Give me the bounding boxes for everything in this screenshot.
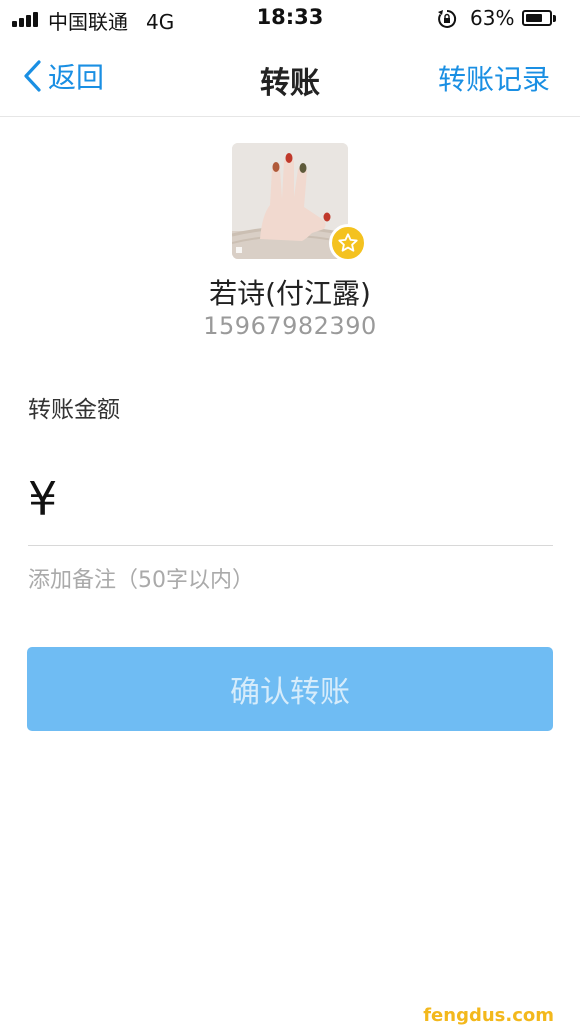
currency-symbol: ¥	[28, 472, 58, 526]
recipient-phone: 15967982390	[203, 312, 377, 340]
chevron-left-icon	[24, 60, 41, 92]
star-icon	[338, 233, 358, 252]
status-bar: 中国联通 4G 18:33 63%	[0, 0, 580, 38]
divider	[28, 545, 553, 546]
transfer-history-link[interactable]: 转账记录	[438, 58, 550, 98]
battery-cap	[553, 15, 556, 22]
recipient-name: 若诗(付江露)	[209, 277, 371, 310]
note-input[interactable]	[28, 560, 553, 600]
nav-bar: 返回 转账 转账记录	[0, 38, 580, 117]
watermark: fengdus.com	[423, 1005, 554, 1026]
amount-label: 转账金额	[28, 397, 120, 423]
rotation-lock-icon	[438, 9, 457, 28]
amount-input[interactable]	[80, 470, 554, 528]
back-label: 返回	[48, 61, 105, 94]
confirm-transfer-button[interactable]: 确认转账	[27, 647, 553, 731]
back-button[interactable]: 返回	[22, 56, 104, 96]
star-badge	[329, 224, 367, 262]
battery-icon	[522, 10, 552, 26]
battery-percent: 63%	[470, 6, 515, 30]
